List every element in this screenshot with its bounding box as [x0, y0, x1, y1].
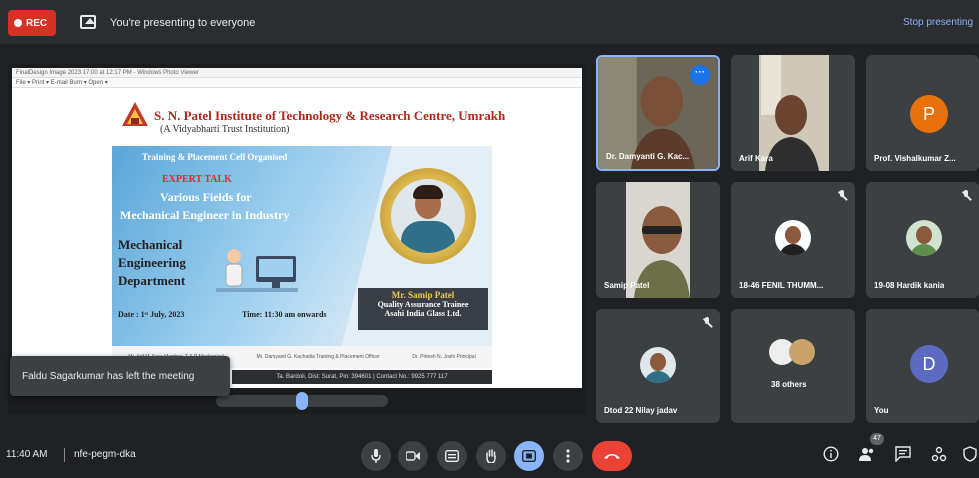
window-title: FinalDesign Image 2023 17:00 at 12:17 PM…: [12, 68, 582, 78]
meeting-time: 11:40 AM: [6, 449, 48, 460]
institute-name: S. N. Patel Institute of Technology & Re…: [154, 108, 506, 123]
participant-tile[interactable]: Dtod 22 Nilay jadav: [596, 309, 720, 423]
poster-address: Ta. Bardoli, Dist: Surat, Pin: 394601 | …: [232, 370, 492, 384]
mic-off-icon: [837, 190, 847, 202]
participant-tile[interactable]: Samip Patel: [596, 182, 720, 298]
participant-name: 18-46 FENIL THUMM...: [739, 281, 824, 290]
participant-name: You: [874, 406, 889, 415]
divider: [64, 448, 65, 462]
participant-tile[interactable]: 18-46 FENIL THUMM...: [731, 182, 855, 298]
more-vert-icon: [566, 449, 570, 463]
hang-up-icon: [604, 454, 620, 459]
mic-off-icon: [961, 190, 971, 202]
participant-tile[interactable]: P Prof. Vishalkumar Z...: [866, 55, 979, 171]
speaker-photo-medal: [380, 168, 476, 264]
participant-tile[interactable]: D You: [866, 309, 979, 423]
avatar: D: [910, 345, 948, 383]
participant-name: Arif Kara: [739, 154, 773, 163]
meeting-info-icon[interactable]: [822, 446, 840, 464]
more-options-icon[interactable]: ···: [690, 65, 710, 85]
speaker-name: Mr. Samip Patel: [391, 290, 455, 300]
speaker-role: Quality Assurance Trainee: [377, 300, 469, 309]
meeting-code: nfe-pegm-dka: [74, 449, 136, 460]
top-bar: REC You're presenting to everyone Stop p…: [0, 0, 979, 44]
host-controls-icon[interactable]: [961, 446, 979, 464]
avatar: [640, 347, 676, 383]
avatar-shirt: [779, 244, 807, 256]
raise-hand-button[interactable]: [476, 441, 506, 471]
slideshow-play-button[interactable]: [296, 392, 308, 410]
present-icon: [522, 450, 536, 462]
signatory-2: Mr. Damyanti G. Kachadia Training & Plac…: [256, 354, 380, 360]
participant-name: Dtod 22 Nilay jadav: [604, 406, 678, 415]
stop-presenting-button[interactable]: Stop presenting: [903, 17, 979, 28]
record-dot-icon: [14, 19, 22, 27]
institute-subtitle: (A Vidyabharti Trust Institution): [160, 124, 290, 135]
speaker-org: Asahi India Glass Ltd.: [384, 309, 462, 318]
end-call-button[interactable]: [592, 441, 632, 471]
window-menu: File ▾ Print ▾ E-mail Burn ▾ Open ▾: [12, 78, 582, 88]
poster-cell: Training & Placement Cell Organised: [142, 152, 288, 162]
desk-illustration-icon: [216, 249, 298, 292]
left-meeting-toast: Faldu Sagarkumar has left the meeting: [10, 356, 230, 396]
speaker-photo: [391, 179, 465, 253]
avatar: P: [910, 95, 948, 133]
avatar-face: [785, 226, 801, 244]
institute-logo-icon: [122, 102, 148, 126]
activities-icon[interactable]: [930, 446, 948, 464]
bottom-bar: 11:40 AM nfe-pegm-dka 47: [0, 432, 979, 478]
poster-fields-line: Various Fields for: [160, 190, 252, 204]
avatar-face: [650, 353, 666, 371]
speaker-shirt: [401, 221, 455, 253]
poster-department: Mechanical Engineering Department: [118, 237, 186, 288]
camera-button[interactable]: [398, 441, 428, 471]
people-icon[interactable]: [858, 446, 876, 464]
mic-icon: [371, 449, 381, 463]
poster-expert-talk: EXPERT TALK: [162, 174, 232, 185]
more-options-button[interactable]: [553, 441, 583, 471]
participant-tile[interactable]: Arif Kara: [731, 55, 855, 171]
captions-button[interactable]: [437, 441, 467, 471]
avatar-shirt: [910, 244, 938, 256]
speaker-name-box: Mr. Samip Patel Quality Assurance Traine…: [358, 288, 488, 330]
participant-name: Dr. Damyanti G. Kac...: [606, 152, 690, 161]
hand-icon: [486, 449, 496, 463]
participant-name: Samip Patel: [604, 281, 650, 290]
poster-mechanical-line: Mechanical Engineer in Industry: [120, 208, 290, 222]
slideshow-controls[interactable]: [216, 392, 388, 410]
present-screen-icon: [80, 15, 96, 29]
participant-tile[interactable]: ··· Dr. Damyanti G. Kac...: [596, 55, 720, 171]
participant-name: Prof. Vishalkumar Z...: [874, 154, 956, 163]
captions-icon: [445, 450, 459, 462]
avatar-face: [916, 226, 932, 244]
participant-name: 19-08 Hardik kania: [874, 281, 945, 290]
avatar: [906, 220, 942, 256]
participant-tile[interactable]: 38 others: [731, 309, 855, 423]
speaker-hair: [413, 185, 443, 199]
presenting-status: You're presenting to everyone: [110, 17, 256, 29]
recording-label: REC: [26, 17, 48, 29]
poster-time: Time: 11:30 am onwards: [242, 310, 327, 319]
signatory-3: Dr. Pritesh N. Joshi Principal: [412, 354, 476, 360]
present-button[interactable]: [514, 441, 544, 471]
participant-count-badge: 47: [870, 433, 884, 445]
camera-icon: [406, 451, 420, 461]
chat-icon[interactable]: [894, 446, 912, 464]
photo-viewer-window: FinalDesign Image 2023 17:00 at 12:17 PM…: [12, 68, 582, 388]
microphone-button[interactable]: [361, 441, 391, 471]
avatar-shirt: [644, 371, 672, 383]
poster-date: Date : 1ˢᵗ July, 2023: [118, 310, 185, 319]
avatar: [775, 220, 811, 256]
others-count: 38 others: [771, 380, 807, 389]
event-poster: Training & Placement Cell Organised EXPE…: [112, 146, 492, 346]
participant-tile[interactable]: 19-08 Hardik kania: [866, 182, 979, 298]
recording-badge[interactable]: REC: [8, 10, 56, 36]
mic-off-icon: [702, 317, 712, 329]
avatar-group-2: [789, 339, 815, 365]
